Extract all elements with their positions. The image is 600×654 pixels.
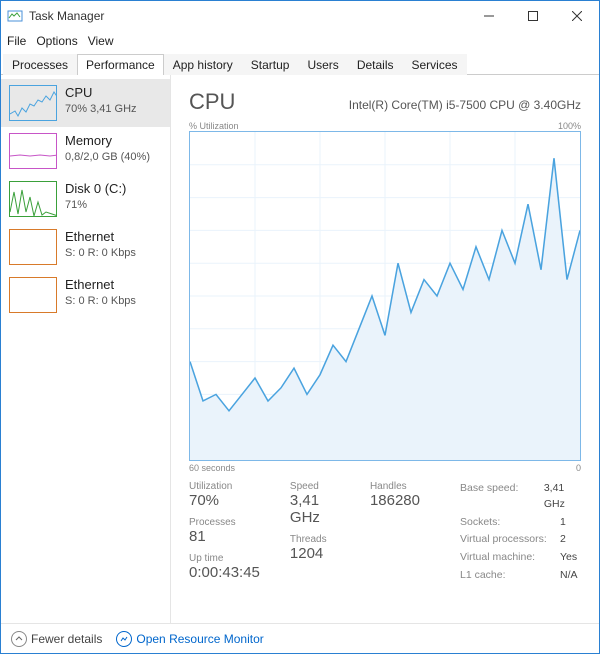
stats-col-3: Handles 186280	[370, 481, 420, 587]
cpu-model: Intel(R) Core(TM) i5-7500 CPU @ 3.40GHz	[349, 98, 581, 112]
sidebar-cpu-name: CPU	[65, 85, 137, 102]
chart-bottom-labels: 60 seconds 0	[189, 463, 581, 473]
maximize-button[interactable]	[511, 1, 555, 31]
sidebar-item-disk[interactable]: Disk 0 (C:) 71%	[1, 175, 170, 223]
utilization-value: 70%	[189, 492, 260, 509]
stats-col-4: Base speed:3,41 GHz Sockets:1 Virtual pr…	[460, 481, 581, 587]
sidebar: CPU 70% 3,41 GHz Memory 0,8/2,0 GB (40%)	[1, 75, 171, 623]
sidebar-eth1-detail: S: 0 R: 0 Kbps	[65, 246, 136, 260]
sockets-label: Sockets:	[460, 515, 560, 531]
chart-ymax: 100%	[558, 121, 581, 131]
basespeed-value: 3,41 GHz	[544, 481, 581, 513]
memory-thumb-graph	[9, 133, 57, 169]
eth1-thumb-graph	[9, 229, 57, 265]
titlebar[interactable]: Task Manager	[1, 1, 599, 31]
menu-file[interactable]: File	[7, 34, 26, 48]
processes-label: Processes	[189, 517, 260, 528]
menu-view[interactable]: View	[88, 34, 114, 48]
eth2-thumb-graph	[9, 277, 57, 313]
sidebar-cpu-detail: 70% 3,41 GHz	[65, 102, 137, 116]
cpu-chart	[189, 131, 581, 461]
sidebar-disk-detail: 71%	[65, 198, 126, 212]
handles-value: 186280	[370, 492, 420, 509]
tab-services[interactable]: Services	[403, 54, 467, 75]
monitor-icon	[116, 631, 132, 647]
tab-apphistory[interactable]: App history	[164, 54, 242, 75]
page-title: CPU	[189, 89, 235, 115]
basespeed-label: Base speed:	[460, 481, 544, 513]
tab-processes[interactable]: Processes	[3, 54, 77, 75]
uptime-value: 0:00:43:45	[189, 564, 260, 581]
sidebar-disk-name: Disk 0 (C:)	[65, 181, 126, 198]
chevron-up-icon	[11, 631, 27, 647]
open-resource-monitor-link[interactable]: Open Resource Monitor	[116, 631, 263, 647]
window-title: Task Manager	[29, 9, 467, 23]
chart-xmin: 0	[576, 463, 581, 473]
sidebar-eth1-name: Ethernet	[65, 229, 136, 246]
stats: Utilization 70% Processes 81 Up time 0:0…	[189, 481, 581, 587]
close-button[interactable]	[555, 1, 599, 31]
minimize-button[interactable]	[467, 1, 511, 31]
l1-label: L1 cache:	[460, 568, 560, 584]
menu-options[interactable]: Options	[36, 34, 77, 48]
sidebar-memory-name: Memory	[65, 133, 150, 150]
handles-label: Handles	[370, 481, 420, 492]
tab-users[interactable]: Users	[298, 54, 347, 75]
sidebar-eth2-name: Ethernet	[65, 277, 136, 294]
tab-startup[interactable]: Startup	[242, 54, 299, 75]
tab-performance[interactable]: Performance	[77, 54, 164, 75]
uptime-label: Up time	[189, 553, 260, 564]
vproc-label: Virtual processors:	[460, 532, 560, 548]
main-panel: CPU Intel(R) Core(TM) i5-7500 CPU @ 3.40…	[171, 75, 599, 623]
task-manager-window: Task Manager File Options View Processes…	[0, 0, 600, 654]
sidebar-memory-detail: 0,8/2,0 GB (40%)	[65, 150, 150, 164]
threads-value: 1204	[290, 545, 340, 562]
sidebar-item-cpu[interactable]: CPU 70% 3,41 GHz	[1, 79, 170, 127]
chart-ylabel: % Utilization	[189, 121, 239, 131]
chart-top-labels: % Utilization 100%	[189, 121, 581, 131]
tabs: Processes Performance App history Startu…	[1, 51, 599, 75]
menubar: File Options View	[1, 31, 599, 51]
vmach-label: Virtual machine:	[460, 550, 560, 566]
sockets-value: 1	[560, 515, 566, 531]
speed-value: 3,41 GHz	[290, 492, 340, 526]
vproc-value: 2	[560, 532, 566, 548]
sidebar-item-memory[interactable]: Memory 0,8/2,0 GB (40%)	[1, 127, 170, 175]
stats-col-2: Speed 3,41 GHz Threads 1204	[290, 481, 340, 587]
sidebar-item-ethernet-2[interactable]: Ethernet S: 0 R: 0 Kbps	[1, 271, 170, 319]
disk-thumb-graph	[9, 181, 57, 217]
tab-details[interactable]: Details	[348, 54, 403, 75]
cpu-thumb-graph	[9, 85, 57, 121]
content: CPU 70% 3,41 GHz Memory 0,8/2,0 GB (40%)	[1, 75, 599, 623]
fewer-details-button[interactable]: Fewer details	[11, 631, 102, 647]
stats-col-1: Utilization 70% Processes 81 Up time 0:0…	[189, 481, 260, 587]
sidebar-item-ethernet-1[interactable]: Ethernet S: 0 R: 0 Kbps	[1, 223, 170, 271]
footer: Fewer details Open Resource Monitor	[1, 623, 599, 653]
processes-value: 81	[189, 528, 260, 545]
utilization-label: Utilization	[189, 481, 260, 492]
chart-xlabel: 60 seconds	[189, 463, 235, 473]
threads-label: Threads	[290, 534, 340, 545]
vmach-value: Yes	[560, 550, 577, 566]
l1-value: N/A	[560, 568, 578, 584]
main-header: CPU Intel(R) Core(TM) i5-7500 CPU @ 3.40…	[189, 89, 581, 115]
app-icon	[7, 8, 23, 24]
speed-label: Speed	[290, 481, 340, 492]
sidebar-eth2-detail: S: 0 R: 0 Kbps	[65, 294, 136, 308]
